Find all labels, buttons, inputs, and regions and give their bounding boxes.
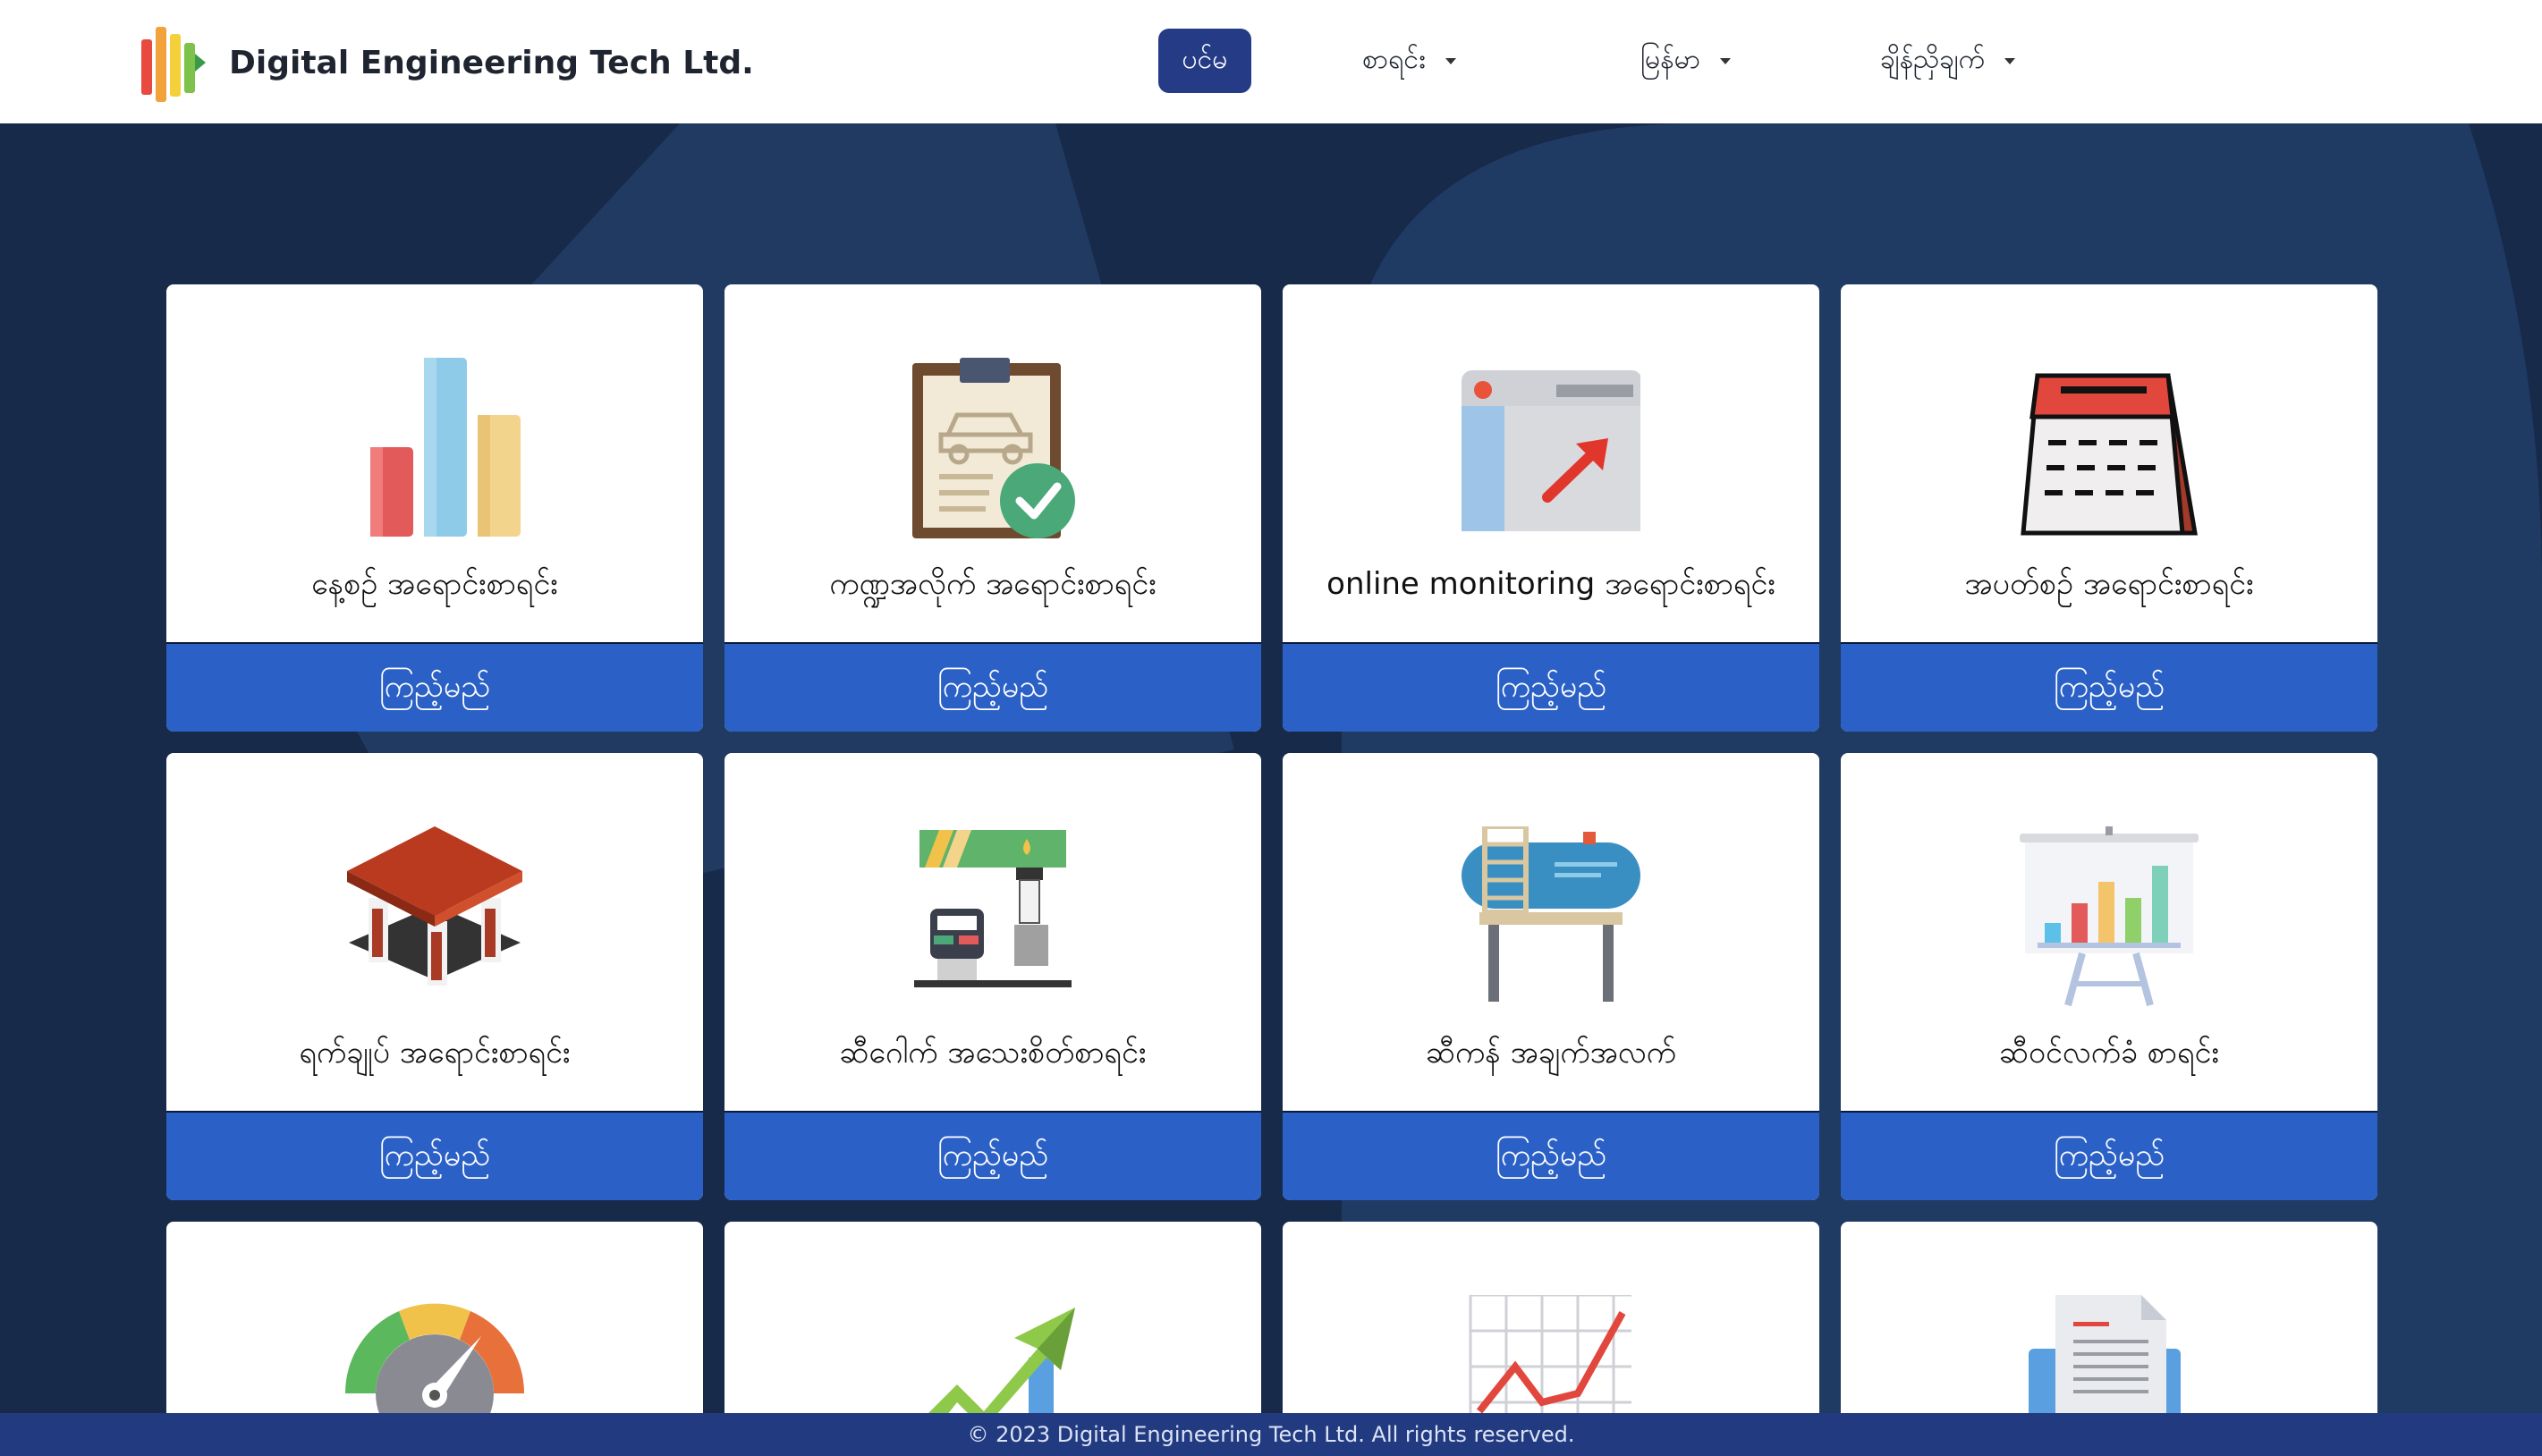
- nav-home[interactable]: ပင်မ: [1158, 29, 1251, 93]
- card-speedometer: [166, 1222, 703, 1436]
- card-daily-sales: နေ့စဉ် အရောင်းစာရင်း ကြည့်မည်: [166, 284, 703, 732]
- brand[interactable]: Digital Engineering Tech Ltd.: [140, 23, 754, 102]
- card-daily-summary: ရက်ချုပ် အရောင်းစာရင်း ကြည့်မည်: [166, 753, 703, 1200]
- card-title: ဆီကန် အချက်အလက်: [1426, 1035, 1676, 1071]
- card-title: ကဏ္ဍအလိုက် အရောင်းစာရင်း: [829, 566, 1157, 602]
- caret-down-icon: [1445, 57, 1456, 64]
- brand-logo-icon: [141, 27, 206, 102]
- card-tank-info: ဆီကန် အချက်အလက် ကြည့်မည်: [1283, 753, 1819, 1200]
- card-online-monitoring: online monitoring အရောင်းစာရင်း ကြည့်မည်: [1283, 284, 1819, 732]
- footer-copyright: © 2023 Digital Engineering Tech Ltd. All…: [967, 1422, 1575, 1447]
- card-fuel-received: ဆီဝင်လက်ခံ စာရင်း ကြည့်မည်: [1841, 753, 2377, 1200]
- card-title: အပတ်စဉ် အရောင်းစာရင်း: [1964, 566, 2254, 602]
- card-document: [1841, 1222, 2377, 1436]
- card-category-sales: ကဏ္ဍအလိုက် အရောင်းစာရင်း ကြည့်မည်: [724, 284, 1261, 732]
- clipboard-car-icon: [912, 358, 1075, 538]
- nav-settings-label: ချိန်ညှိချက်: [1880, 43, 1986, 75]
- card-title: ဆီဂေါက် အသေးစိတ်စာရင်း: [839, 1035, 1147, 1071]
- view-button[interactable]: ကြည့်မည်: [1283, 1111, 1819, 1200]
- card-title: online monitoring အရောင်းစာရင်း: [1326, 566, 1775, 602]
- view-button[interactable]: ကြည့်မည်: [166, 642, 703, 732]
- nav-language-label: မြန်မာ: [1640, 43, 1701, 75]
- view-button[interactable]: ကြည့်မည်: [724, 642, 1261, 732]
- card-line-graph: [1283, 1222, 1819, 1436]
- card-nozzle-detail: ဆီဂေါက် အသေးစိတ်စာရင်း ကြည့်မည်: [724, 753, 1261, 1200]
- presentation-chart-icon: [2020, 826, 2199, 1007]
- fuel-pump-icon: [914, 830, 1072, 987]
- footer: © 2023 Digital Engineering Tech Ltd. All…: [0, 1413, 2542, 1456]
- card-title: ရက်ချုပ် အရောင်းစာရင်း: [299, 1035, 571, 1071]
- card-title: နေ့စဉ် အရောင်းစာရင်း: [311, 566, 558, 602]
- view-button[interactable]: ကြည့်မည်: [1283, 642, 1819, 732]
- view-button[interactable]: ကြည့်မည်: [1841, 642, 2377, 732]
- view-button[interactable]: ကြည့်မည်: [166, 1111, 703, 1200]
- view-button[interactable]: ကြည့်မည်: [724, 1111, 1261, 1200]
- calendar-icon: [2021, 373, 2198, 536]
- nav-settings-dropdown[interactable]: ချိန်ညှိချက်: [1880, 29, 2016, 93]
- caret-down-icon: [2004, 57, 2016, 64]
- nav-home-label: ပင်မ: [1182, 43, 1228, 75]
- gas-station-icon: [347, 826, 522, 986]
- nav-language-dropdown[interactable]: မြန်မာ: [1640, 29, 1732, 93]
- nav-list-label: စာရင်း: [1362, 43, 1426, 75]
- nav-list-dropdown[interactable]: စာရင်း: [1362, 29, 1456, 93]
- bar-chart-icon: [370, 358, 521, 537]
- view-button[interactable]: ကြည့်မည်: [1841, 1111, 2377, 1200]
- browser-arrow-icon: [1462, 370, 1640, 531]
- brand-name: Digital Engineering Tech Ltd.: [229, 44, 754, 81]
- card-title: ဆီဝင်လက်ခံ စာရင်း: [1998, 1035, 2220, 1071]
- card-weekly-sales: အပတ်စဉ် အရောင်းစာရင်း ကြည့်မည်: [1841, 284, 2377, 732]
- top-navbar: Digital Engineering Tech Ltd. ပင်မ စာရင်…: [0, 0, 2542, 123]
- card-growth: [724, 1222, 1261, 1436]
- caret-down-icon: [1720, 57, 1732, 64]
- fuel-tank-icon: [1462, 826, 1640, 1002]
